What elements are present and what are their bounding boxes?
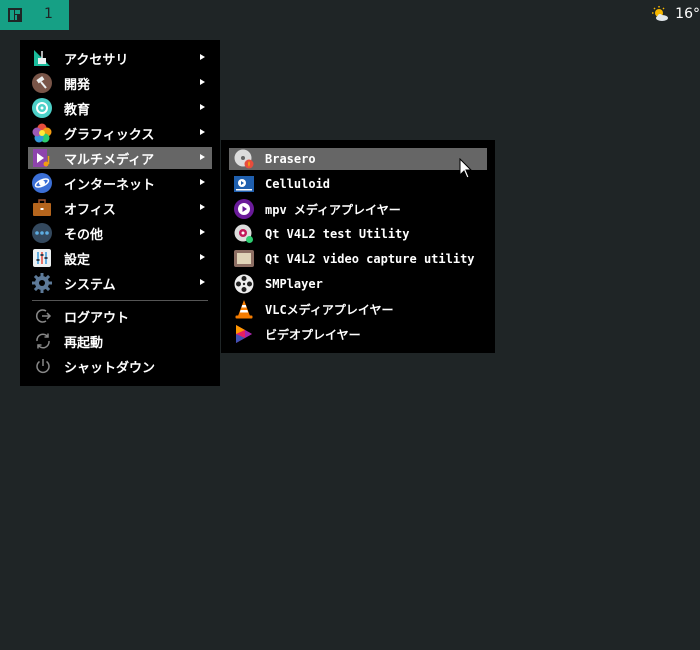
- accessories-icon: [34, 50, 50, 66]
- partly-sunny-icon: [652, 6, 669, 21]
- submenu-item-smplayer[interactable]: SMPlayer: [229, 273, 487, 295]
- submenu-arrow-icon: [200, 279, 205, 285]
- menu-item-development[interactable]: 開発: [28, 72, 212, 94]
- menu-item-system[interactable]: システム: [28, 272, 212, 294]
- brasero-icon: [234, 149, 254, 169]
- development-icon: [32, 73, 52, 93]
- top-panel: 1 16°: [0, 0, 700, 30]
- submenu-item-brasero[interactable]: Brasero: [229, 148, 487, 170]
- graphics-icon: [32, 123, 52, 143]
- menu-item-label: オフィス: [64, 202, 116, 218]
- weather-widget[interactable]: 16°: [651, 5, 700, 23]
- menu-divider: [32, 300, 208, 301]
- logout-icon: [36, 309, 52, 323]
- settings-sliders-icon: [33, 249, 51, 267]
- submenu-item-label: mpv メディアプレイヤー: [265, 202, 401, 217]
- submenu-arrow-icon: [200, 229, 205, 235]
- menu-item-other[interactable]: その他: [28, 222, 212, 244]
- smplayer-icon: [234, 274, 254, 294]
- workspace-button[interactable]: 1: [0, 0, 69, 30]
- workspace-number: 1: [44, 6, 53, 22]
- submenu-arrow-icon: [200, 54, 205, 60]
- gear-icon: [32, 273, 52, 293]
- submenu-arrow-icon: [200, 79, 205, 85]
- menu-item-accessories[interactable]: アクセサリ: [28, 47, 212, 69]
- more-icon: [32, 223, 52, 243]
- menu-item-education[interactable]: 教育: [28, 97, 212, 119]
- multimedia-submenu: Brasero Celluloid mpv メディアプレイヤー Qt V4L2 …: [221, 140, 495, 353]
- qvidcap-icon: [234, 250, 254, 267]
- menu-item-label: その他: [64, 227, 104, 243]
- submenu-item-label: ビデオプレイヤー: [265, 327, 361, 342]
- menu-item-settings[interactable]: 設定: [28, 247, 212, 269]
- video-player-icon: [236, 325, 252, 343]
- submenu-arrow-icon: [200, 154, 205, 160]
- internet-icon: [32, 173, 52, 193]
- menu-item-label: グラフィックス: [64, 127, 155, 143]
- submenu-item-label: VLCメディアプレイヤー: [265, 302, 394, 317]
- mpv-icon: [234, 199, 254, 219]
- menu-item-label: 再起動: [64, 335, 104, 351]
- menu-item-internet[interactable]: インターネット: [28, 172, 212, 194]
- submenu-arrow-icon: [200, 254, 205, 260]
- menu-item-label: シャットダウン: [64, 360, 156, 376]
- menu-item-label: アクセサリ: [64, 52, 129, 68]
- submenu-arrow-icon: [200, 179, 205, 185]
- weather-temperature: 16°: [675, 6, 700, 22]
- menu-item-label: ログアウト: [64, 310, 130, 326]
- vlc-cone-icon: [235, 300, 253, 319]
- power-icon: [36, 359, 50, 374]
- submenu-item-label: SMPlayer: [265, 277, 323, 291]
- multimedia-icon: [33, 149, 50, 167]
- briefcase-icon: [33, 199, 51, 216]
- menu-item-restart[interactable]: 再起動: [28, 330, 212, 352]
- menu-item-logout[interactable]: ログアウト: [28, 305, 212, 327]
- menu-item-label: 設定: [64, 252, 91, 268]
- submenu-item-label: Brasero: [265, 152, 316, 166]
- submenu-arrow-icon: [200, 129, 205, 135]
- submenu-item-label: Qt V4L2 test Utility: [265, 227, 410, 241]
- submenu-arrow-icon: [200, 204, 205, 210]
- submenu-item-qv4l2[interactable]: Qt V4L2 test Utility: [229, 223, 487, 245]
- mouse-cursor-icon: [459, 158, 473, 179]
- menu-item-shutdown[interactable]: シャットダウン: [28, 355, 212, 377]
- submenu-item-celluloid[interactable]: Celluloid: [229, 173, 487, 195]
- menu-item-label: インターネット: [64, 177, 156, 193]
- menu-item-multimedia[interactable]: マルチメディア: [28, 147, 212, 169]
- menu-item-label: 開発: [64, 77, 91, 93]
- submenu-item-label: Qt V4L2 video capture utility: [265, 252, 475, 266]
- manjaro-logo-icon: [8, 8, 22, 22]
- menu-item-graphics[interactable]: グラフィックス: [28, 122, 212, 144]
- menu-item-label: マルチメディア: [64, 152, 155, 168]
- menu-item-label: システム: [64, 277, 116, 293]
- menu-item-office[interactable]: オフィス: [28, 197, 212, 219]
- qv4l2-icon: [234, 224, 253, 243]
- submenu-item-mpv[interactable]: mpv メディアプレイヤー: [229, 198, 487, 220]
- submenu-item-label: Celluloid: [265, 177, 331, 191]
- submenu-item-vlc[interactable]: VLCメディアプレイヤー: [229, 298, 487, 320]
- submenu-arrow-icon: [200, 104, 205, 110]
- celluloid-icon: [234, 176, 254, 192]
- application-menu: アクセサリ 開発 教育 グラフィックス マルチメディア インターネット オフィス…: [20, 40, 220, 386]
- menu-item-label: 教育: [64, 102, 91, 118]
- education-icon: [32, 98, 52, 118]
- submenu-item-video-player[interactable]: ビデオプレイヤー: [229, 323, 487, 345]
- restart-icon: [36, 333, 50, 349]
- submenu-item-qvidcap[interactable]: Qt V4L2 video capture utility: [229, 248, 487, 270]
